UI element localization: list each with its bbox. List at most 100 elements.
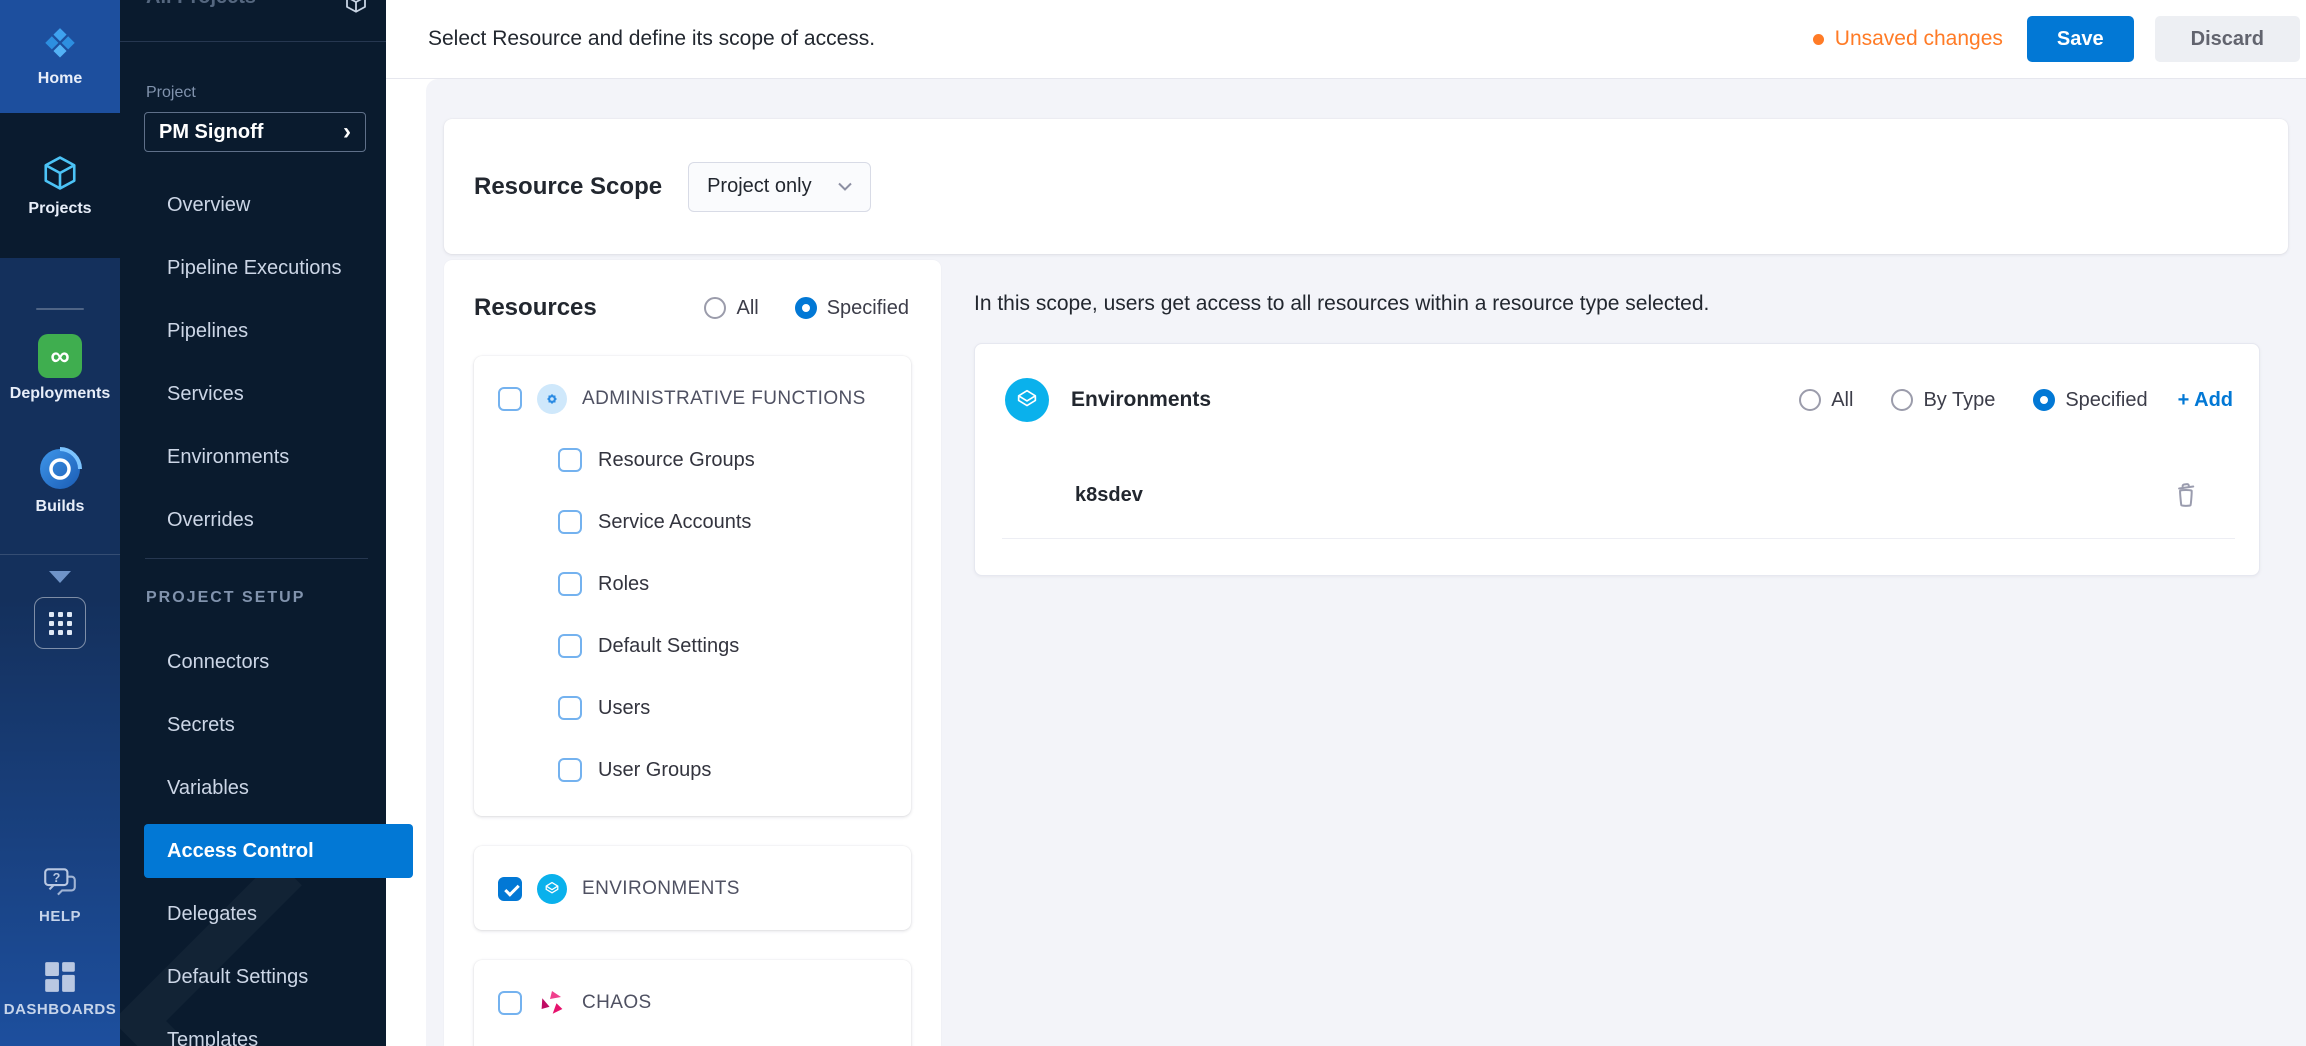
row-divider [1002,538,2235,539]
radio-icon-selected [2033,389,2055,411]
resource-group-card-chaos: CHAOS [474,960,911,1046]
resources-radio-group: All Specified [704,297,911,320]
environment-row: k8sdev [975,480,2259,510]
radio-all[interactable]: All [704,297,758,320]
project-name: PM Signoff [159,121,263,144]
rail-item-label: HELP [39,908,81,925]
cube-icon [344,0,368,19]
checkbox-environments[interactable] [498,877,522,901]
help-chat-icon: ? [41,864,79,902]
rail-item-dashboards[interactable]: DASHBOARDS [4,959,117,1018]
chevron-down-icon [838,182,852,191]
rail-item-builds[interactable]: Builds [36,447,85,516]
checkbox-administrative-functions[interactable] [498,387,522,411]
nav-item-delegates[interactable]: Delegates [120,883,386,946]
grid-icon [49,612,72,635]
nav-item-overrides[interactable]: Overrides [120,489,386,552]
add-environment-link[interactable]: + Add [2178,389,2233,412]
resource-scope-value: Project only [707,175,812,198]
nav-item-access-control[interactable]: Access Control [144,824,413,878]
checkbox-chaos[interactable] [498,991,522,1015]
nav-item-pipeline-executions[interactable]: Pipeline Executions [120,237,386,300]
environments-icon [537,874,567,904]
dashboards-grid-icon [42,959,78,995]
rail-item-label: Builds [36,498,85,516]
radio-specified[interactable]: Specified [795,297,909,320]
workspace: Resource Scope Project only Resources Al… [426,79,2306,1046]
nav-item-services[interactable]: Services [120,363,386,426]
radio-icon [1799,389,1821,411]
resource-group-card-environments: ENVIRONMENTS [474,846,911,930]
rail-divider [36,308,84,310]
nav-scope-selector[interactable]: All Projects [120,0,386,42]
resources-panel: Resources All Specified [444,260,941,1046]
resource-type-row: Resource Groups [558,448,887,472]
nav-item-variables[interactable]: Variables [120,757,386,820]
discard-button[interactable]: Discard [2155,16,2300,62]
rail-middle-section: ∞ Deployments Builds [0,258,120,1046]
environment-name: k8sdev [1075,484,1143,507]
nav-item-pipelines[interactable]: Pipelines [120,300,386,363]
radio-all[interactable]: All [1799,389,1853,412]
nav-item-connectors[interactable]: Connectors [120,631,386,694]
rail-item-label: Deployments [10,385,110,403]
trash-icon[interactable] [2171,480,2201,510]
group-label: ADMINISTRATIVE FUNCTIONS [582,388,866,410]
page-subtitle: Select Resource and define its scope of … [428,27,875,51]
resource-scope-dropdown[interactable]: Project only [688,162,871,212]
checkbox-users[interactable] [558,696,582,720]
rail-item-projects[interactable]: Projects [0,113,120,258]
scope-detail-column: In this scope, users get access to all r… [974,260,2288,1046]
main-content: Select Resource and define its scope of … [386,0,2306,1046]
resources-title: Resources [474,294,597,322]
project-setup-section-label: PROJECT SETUP [146,589,386,607]
resource-type-row: User Groups [558,758,887,782]
rail-divider [0,554,120,555]
unsaved-dot-icon [1813,34,1824,45]
gear-icon [537,384,567,414]
chevron-down-icon[interactable] [49,571,71,583]
svg-text:?: ? [53,871,61,885]
radio-icon-selected [795,297,817,319]
radio-icon [1891,389,1913,411]
save-button[interactable]: Save [2027,16,2134,62]
resource-type-row: Service Accounts [558,510,887,534]
module-picker-button[interactable] [34,597,86,649]
checkbox-service-accounts[interactable] [558,510,582,534]
resource-scope-card: Resource Scope Project only [444,119,2288,254]
checkbox-default-settings[interactable] [558,634,582,658]
resource-type-row: Roles [558,572,887,596]
nav-item-secrets[interactable]: Secrets [120,694,386,757]
checkbox-user-groups[interactable] [558,758,582,782]
environments-detail-card: Environments All By Type [974,343,2260,576]
home-icon [42,26,78,62]
chevron-right-icon: › [343,120,351,144]
chaos-icon [537,988,567,1018]
projects-cube-icon [41,154,79,192]
rail-item-help[interactable]: ? HELP [39,864,81,925]
rail-item-label: Home [38,70,82,88]
nav-item-overview[interactable]: Overview [120,174,386,237]
resource-scope-title: Resource Scope [474,173,662,201]
nav-divider [145,558,368,559]
scope-description: In this scope, users get access to all r… [974,292,2288,316]
rail-item-label: DASHBOARDS [4,1001,117,1018]
checkbox-roles[interactable] [558,572,582,596]
nav-item-templates[interactable]: Templates [120,1009,386,1046]
radio-by-type[interactable]: By Type [1891,389,1995,412]
unsaved-changes-label: Unsaved changes [1835,27,2003,51]
resource-type-row: Default Settings [558,634,887,658]
rail-item-deployments[interactable]: ∞ Deployments [10,334,110,403]
resource-type-row: Users [558,696,887,720]
environments-icon [1005,378,1049,422]
nav-item-default-settings[interactable]: Default Settings [120,946,386,1009]
radio-specified[interactable]: Specified [2033,389,2147,412]
nav-item-environments[interactable]: Environments [120,426,386,489]
group-label: ENVIRONMENTS [582,878,740,900]
deployments-infinity-icon: ∞ [38,334,82,378]
project-selector[interactable]: PM Signoff › [144,112,366,152]
rail-item-home[interactable]: Home [0,0,120,113]
module-rail: Home Projects ∞ Deployments Builds [0,0,120,1046]
project-nav-panel: All Projects Project PM Signoff › Overvi… [120,0,386,1046]
checkbox-resource-groups[interactable] [558,448,582,472]
